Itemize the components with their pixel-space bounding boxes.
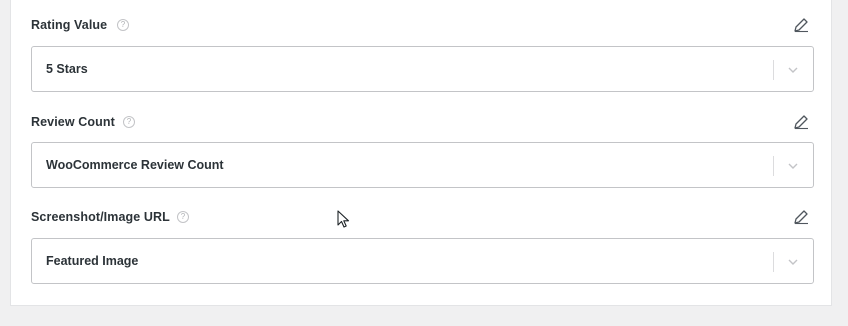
field-header: Rating Value ? [31, 16, 814, 36]
select-divider [773, 252, 774, 272]
chevron-down-icon[interactable] [787, 257, 799, 267]
pencil-icon[interactable] [792, 208, 810, 226]
screenshot-image-url-field: Screenshot/Image URL ? Featured Image [31, 208, 814, 284]
chevron-down-icon[interactable] [787, 65, 799, 75]
screenshot-image-url-label: Screenshot/Image URL [31, 210, 170, 224]
select-value: Featured Image [46, 254, 139, 268]
question-circle-icon[interactable]: ? [123, 116, 135, 128]
review-count-select[interactable]: WooCommerce Review Count [31, 142, 814, 188]
select-divider [773, 156, 774, 176]
review-count-label: Review Count [31, 115, 115, 129]
settings-panel: Rating Value ? 5 Stars Review Count ? Wo… [10, 0, 832, 306]
select-divider [773, 60, 774, 80]
field-header: Screenshot/Image URL ? [31, 208, 814, 228]
question-circle-icon[interactable]: ? [117, 19, 129, 31]
screenshot-image-url-select[interactable]: Featured Image [31, 238, 814, 284]
rating-value-select[interactable]: 5 Stars [31, 46, 814, 92]
pencil-icon[interactable] [792, 16, 810, 34]
review-count-field: Review Count ? WooCommerce Review Count [31, 113, 814, 188]
select-value: WooCommerce Review Count [46, 158, 224, 172]
rating-value-field: Rating Value ? 5 Stars [31, 16, 814, 92]
select-value: 5 Stars [46, 62, 88, 76]
field-header: Review Count ? [31, 113, 814, 133]
chevron-down-icon[interactable] [787, 161, 799, 171]
pencil-icon[interactable] [792, 113, 810, 131]
rating-value-label: Rating Value [31, 18, 108, 32]
question-circle-icon[interactable]: ? [177, 211, 189, 223]
mouse-pointer-icon [337, 210, 350, 228]
